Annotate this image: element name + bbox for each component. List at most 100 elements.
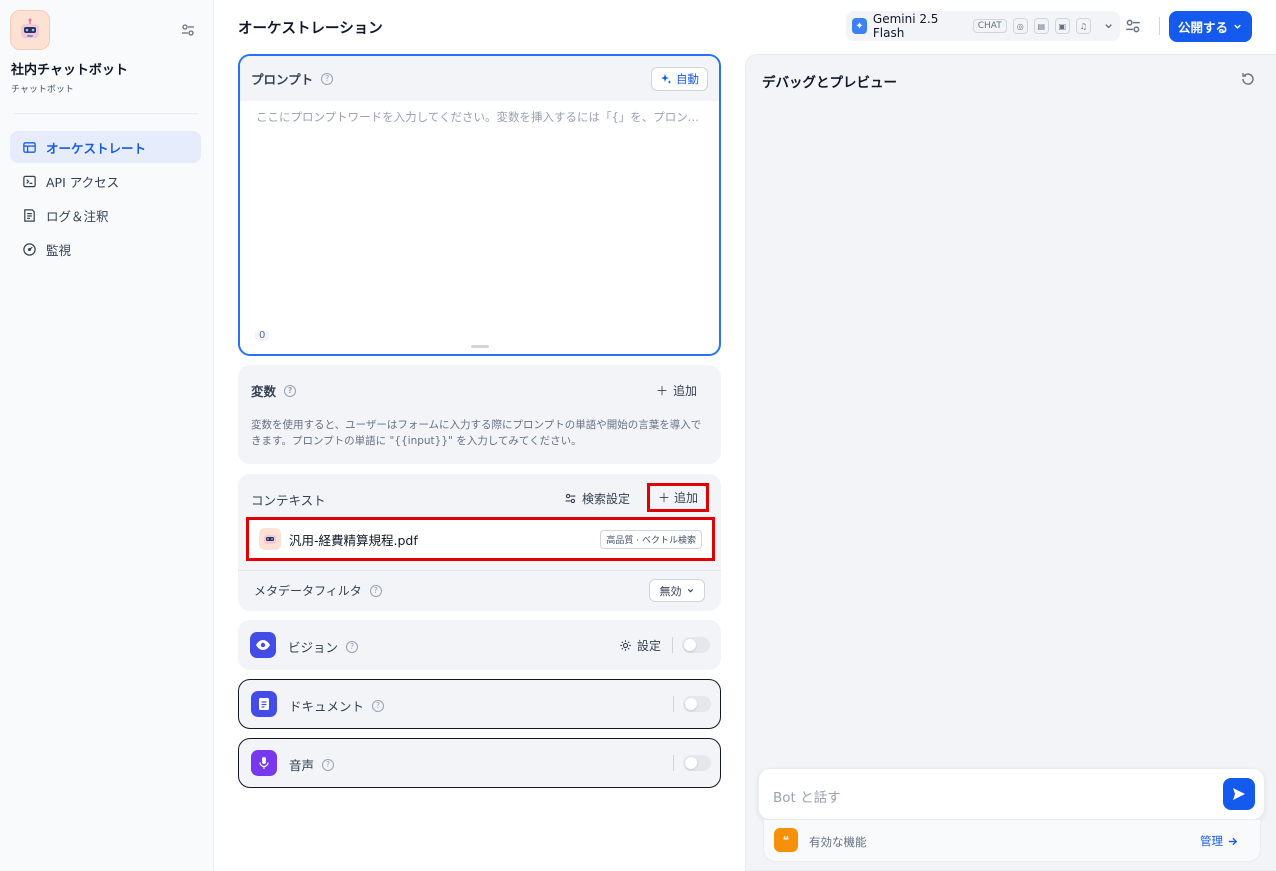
sidebar-item-label: ログ＆注釈 bbox=[46, 208, 109, 224]
vision-settings-label: 設定 bbox=[637, 639, 662, 653]
debug-preview-panel: デバッグとプレビュー Bot と話す ❝ 有効な機能 管理 bbox=[745, 54, 1276, 871]
vision-feature-panel: ビジョン ? 設定 bbox=[238, 620, 721, 670]
sidebar-item-monitoring[interactable]: 監視 bbox=[10, 233, 201, 265]
resize-handle[interactable] bbox=[471, 345, 489, 348]
document-capability-icon: ▤ bbox=[1033, 18, 1049, 34]
plus-icon: ＋ bbox=[656, 384, 669, 398]
sidebar-item-label: 監視 bbox=[46, 242, 72, 258]
manage-label: 管理 bbox=[1200, 834, 1223, 848]
metadata-filter-text: メタデータフィルタ bbox=[254, 584, 362, 598]
publish-button[interactable]: 公開する bbox=[1169, 11, 1252, 42]
app-robot-icon bbox=[10, 10, 50, 50]
toggle-divider bbox=[673, 696, 674, 712]
microphone-icon bbox=[251, 750, 277, 776]
plus-icon: ＋ bbox=[657, 491, 670, 505]
retrieval-settings-button[interactable]: 検索設定 bbox=[564, 490, 630, 507]
settings-sliders-icon bbox=[565, 493, 576, 504]
document-icon bbox=[251, 691, 277, 717]
help-icon[interactable]: ? bbox=[322, 758, 335, 771]
audio-feature-panel: 音声 ? bbox=[238, 738, 721, 788]
add-context-button[interactable]: ＋ 追加 bbox=[647, 483, 709, 512]
chat-input[interactable]: Bot と話す bbox=[758, 768, 1265, 820]
model-params-icon[interactable] bbox=[1124, 17, 1142, 35]
add-variable-button[interactable]: ＋ 追加 bbox=[656, 382, 697, 399]
app-name: 社内チャットボット bbox=[11, 63, 128, 78]
document-list-icon bbox=[24, 208, 35, 222]
vision-settings-button[interactable]: 設定 bbox=[619, 637, 661, 654]
robot-avatar-icon bbox=[259, 528, 281, 550]
toggle-divider bbox=[672, 637, 673, 653]
sidebar-settings-icon[interactable] bbox=[180, 22, 196, 38]
audio-toggle[interactable] bbox=[683, 755, 711, 771]
model-mode-badge: CHAT bbox=[972, 19, 1007, 33]
gemini-icon: ✦ bbox=[852, 18, 867, 34]
sidebar-item-logs[interactable]: ログ＆注釈 bbox=[10, 199, 201, 231]
sidebar-item-label: API アクセス bbox=[46, 174, 120, 190]
send-icon bbox=[1233, 788, 1245, 800]
prompt-input[interactable]: ここにプロンプトワードを入力してください。変数を挿入するには「{」を、プロンプト… bbox=[240, 101, 719, 133]
prompt-header: プロンプト ? 自動 bbox=[240, 56, 719, 101]
model-name: Gemini 2.5 Flash bbox=[872, 12, 939, 40]
document-toggle[interactable] bbox=[683, 696, 711, 712]
knowledge-file-item[interactable]: 汎用-経費精算規程.pdf 高品質 · ベクトル検索 bbox=[246, 517, 715, 561]
sparkle-icon bbox=[661, 73, 672, 84]
file-name: 汎用-経費精算規程.pdf bbox=[289, 532, 418, 548]
help-icon[interactable]: ? bbox=[372, 699, 385, 712]
debug-title: デバッグとプレビュー bbox=[762, 75, 897, 91]
sidebar-divider bbox=[14, 113, 198, 114]
quote-icon: ❝ bbox=[774, 828, 798, 852]
variables-description: 変数を使用すると、ユーザーはフォームに入力する際にプロンプトの単語や開始の言葉を… bbox=[251, 419, 702, 447]
publish-label: 公開する bbox=[1177, 20, 1228, 35]
sidebar-nav: オーケストレート API アクセス ログ＆注釈 監視 bbox=[10, 131, 201, 267]
auto-generate-button[interactable]: 自動 bbox=[651, 66, 708, 91]
model-selector[interactable]: ✦ Gemini 2.5 Flash CHAT ◎ ▤ ▣ ♫ bbox=[846, 11, 1120, 41]
sidebar-item-orchestrate[interactable]: オーケストレート bbox=[10, 131, 201, 163]
prompt-title: プロンプト bbox=[251, 72, 314, 87]
gear-icon bbox=[620, 640, 631, 651]
vision-toggle[interactable] bbox=[682, 637, 710, 653]
add-variable-label: 追加 bbox=[673, 384, 698, 398]
layout-icon bbox=[23, 141, 36, 153]
vision-label: ビジョン bbox=[288, 640, 339, 655]
metadata-filter-select[interactable]: 無効 bbox=[649, 579, 705, 602]
refresh-icon[interactable] bbox=[1240, 71, 1256, 87]
metadata-filter-label: メタデータフィルタ ? bbox=[254, 582, 382, 599]
arrow-right-icon bbox=[1228, 837, 1238, 845]
header-divider bbox=[1159, 17, 1160, 35]
chevron-down-icon bbox=[687, 588, 693, 593]
context-divider bbox=[238, 570, 721, 571]
gauge-icon bbox=[23, 242, 36, 256]
chevron-down-icon bbox=[1234, 24, 1241, 29]
vision-capability-icon: ◎ bbox=[1012, 18, 1028, 34]
context-title: コンテキスト bbox=[251, 493, 326, 508]
chat-input-placeholder: Bot と話す bbox=[773, 790, 841, 806]
enabled-features-bar: ❝ 有効な機能 管理 bbox=[763, 820, 1261, 862]
document-label: ドキュメント bbox=[289, 699, 365, 714]
retrieval-settings-label: 検索設定 bbox=[582, 492, 631, 506]
help-icon[interactable]: ? bbox=[369, 584, 382, 597]
manage-features-link[interactable]: 管理 bbox=[1200, 833, 1238, 849]
audio-capability-icon: ♫ bbox=[1075, 18, 1091, 34]
send-button[interactable] bbox=[1223, 778, 1255, 810]
auto-label: 自動 bbox=[676, 71, 699, 86]
terminal-icon bbox=[23, 175, 36, 187]
enabled-features-label: 有効な機能 bbox=[809, 835, 867, 849]
help-icon[interactable]: ? bbox=[284, 384, 297, 397]
add-context-label: 追加 bbox=[674, 491, 699, 505]
context-panel: コンテキスト 検索設定 ＋ 追加 汎用-経費精算規程.pdf 高品質 · ベクト… bbox=[238, 474, 721, 611]
help-icon[interactable]: ? bbox=[321, 72, 334, 85]
sidebar-item-api-access[interactable]: API アクセス bbox=[10, 165, 201, 197]
document-feature-panel: ドキュメント ? bbox=[238, 679, 721, 729]
prompt-editor: プロンプト ? 自動 ここにプロンプトワードを入力してください。変数を挿入するに… bbox=[238, 54, 721, 356]
help-icon[interactable]: ? bbox=[346, 640, 359, 653]
sidebar: 社内チャットボット チャットボット オーケストレート API アクセス ログ＆注… bbox=[0, 0, 214, 871]
sidebar-item-label: オーケストレート bbox=[46, 140, 147, 156]
char-count: 0 bbox=[255, 330, 270, 341]
index-method-badge: 高品質 · ベクトル検索 bbox=[600, 529, 702, 549]
page-title: オーケストレーション bbox=[238, 21, 383, 37]
audio-label: 音声 bbox=[289, 758, 315, 773]
variables-panel: 変数 ? ＋ 追加 変数を使用すると、ユーザーはフォームに入力する際にプロンプト… bbox=[238, 365, 721, 464]
app-type: チャットボット bbox=[11, 85, 74, 95]
variables-title: 変数 bbox=[251, 384, 277, 399]
eye-icon bbox=[250, 632, 276, 658]
